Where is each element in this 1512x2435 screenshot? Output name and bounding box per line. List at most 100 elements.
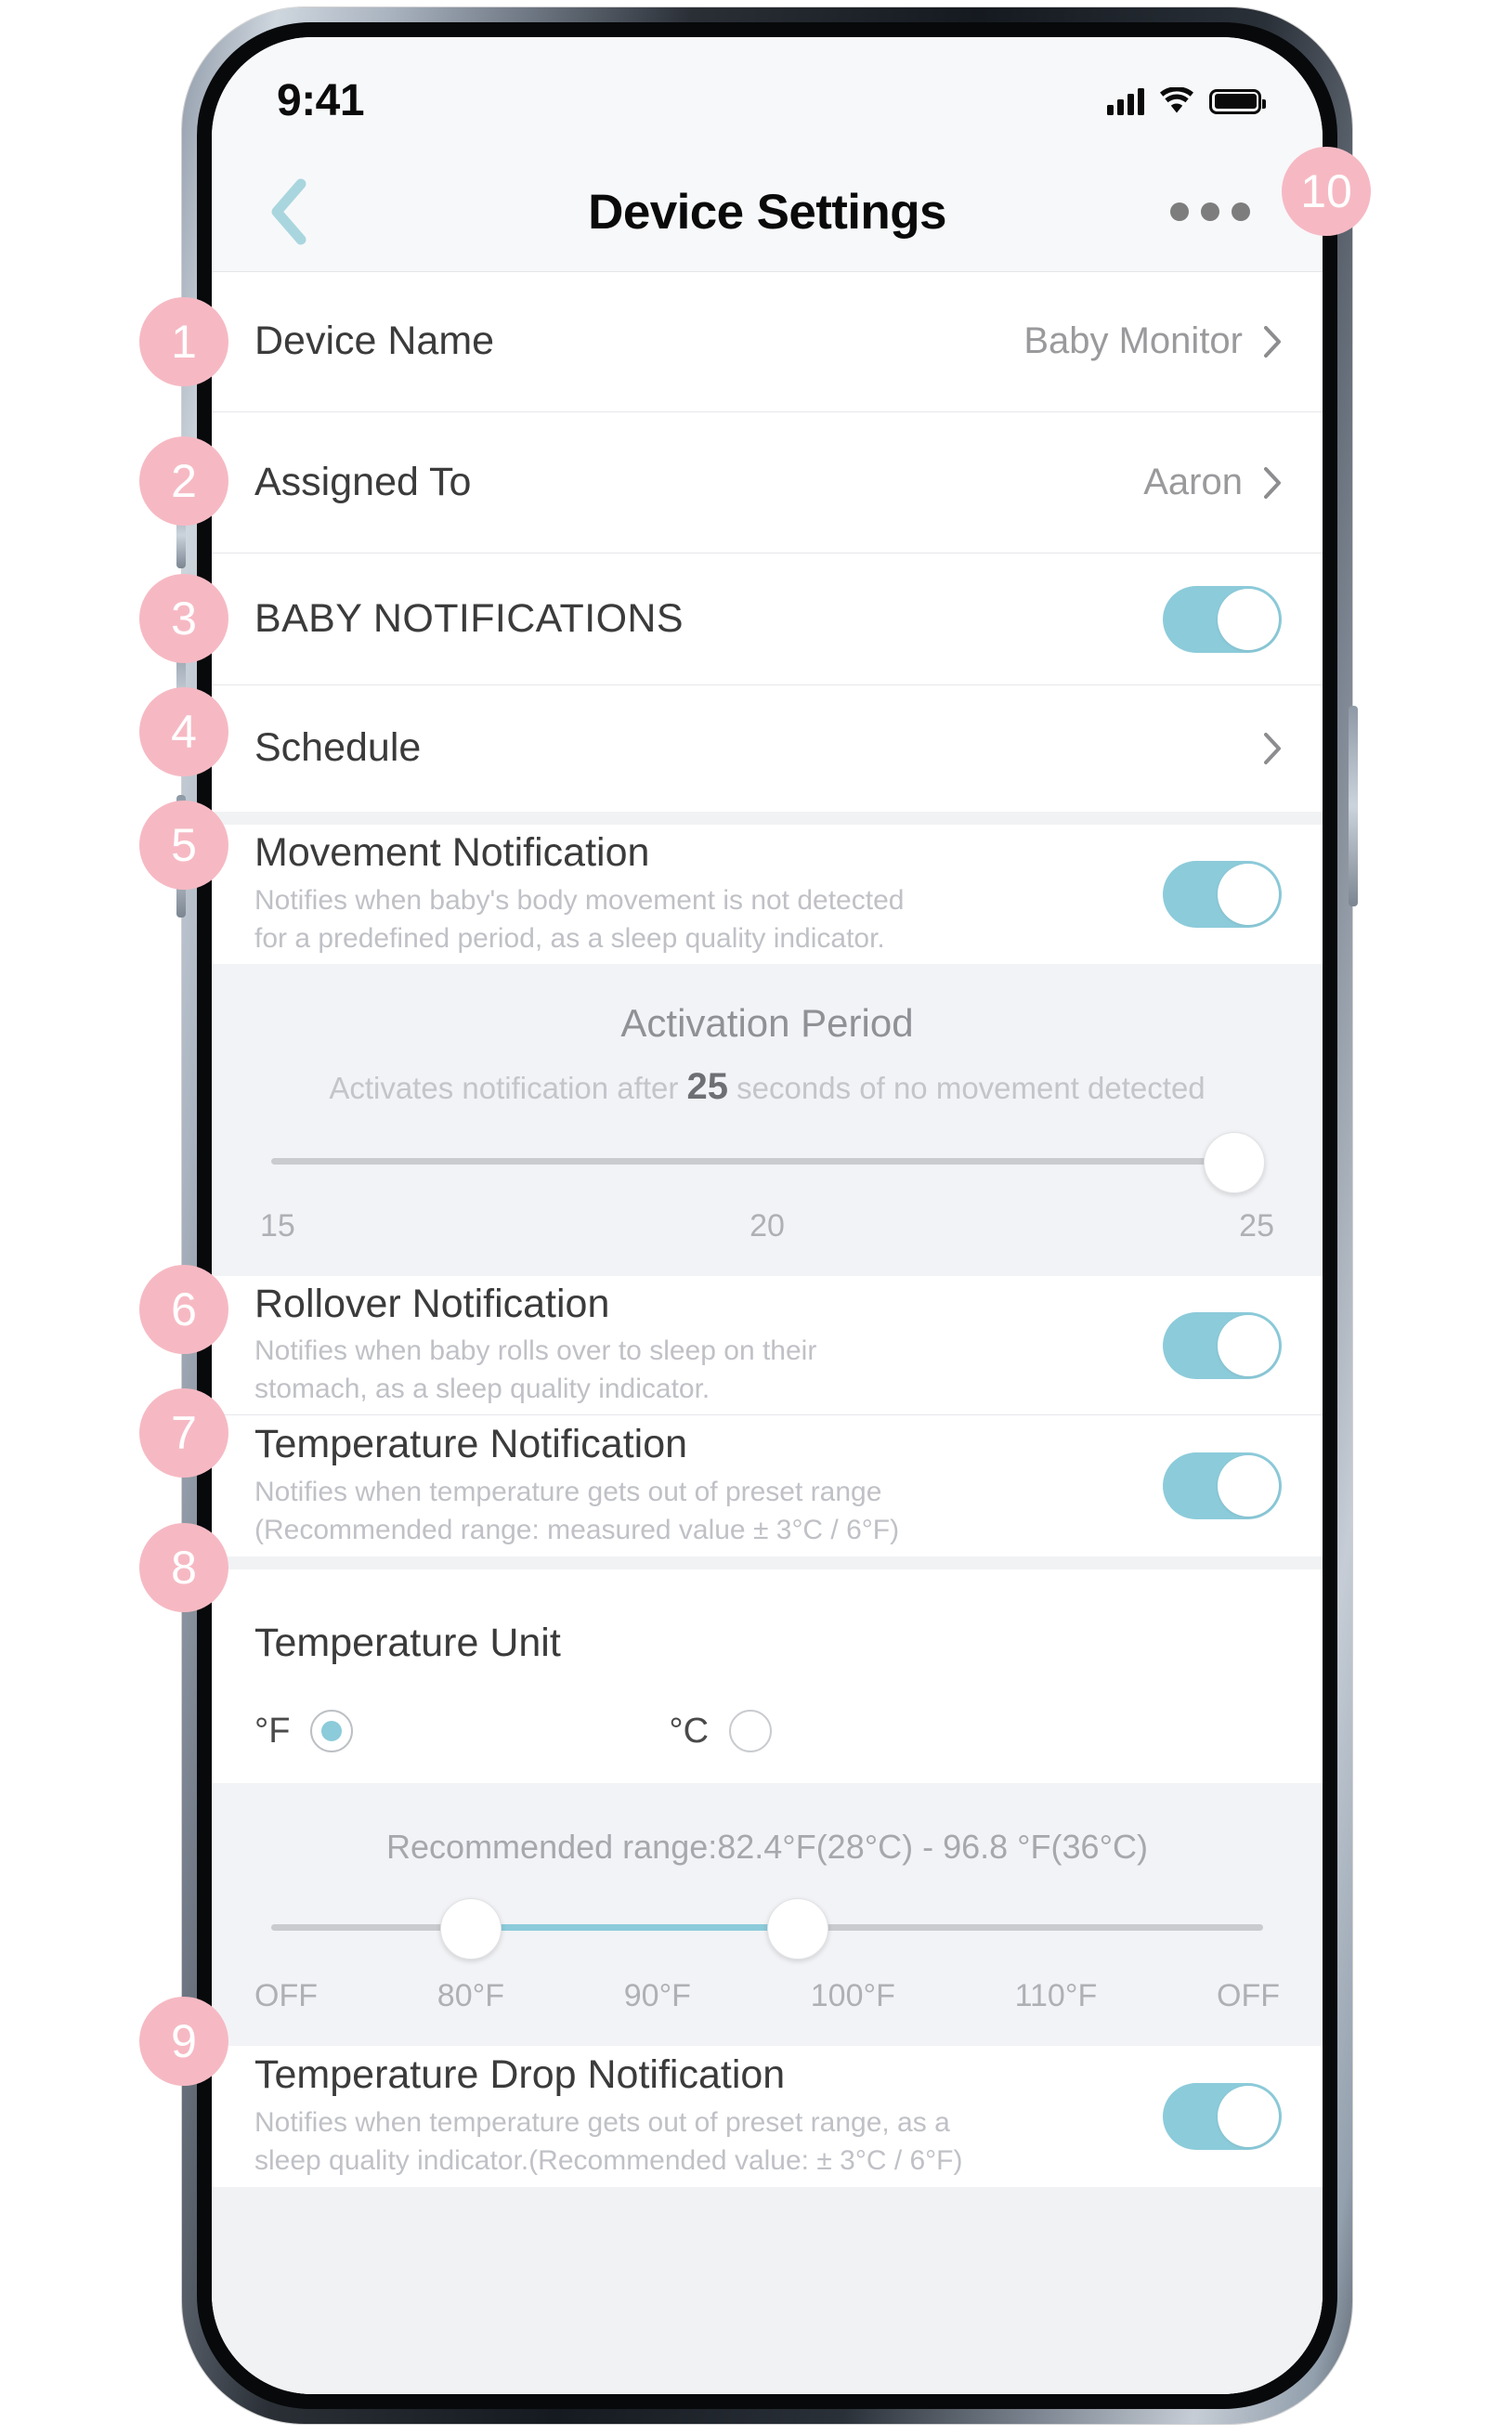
row-movement-notification[interactable]: Movement Notification Notifies when baby… bbox=[212, 825, 1323, 964]
temperature-unit-radio-group: °F °C bbox=[254, 1710, 773, 1752]
temperature-notification-toggle[interactable] bbox=[1163, 1452, 1282, 1519]
wifi-icon bbox=[1160, 87, 1193, 113]
tick-20: 20 bbox=[749, 1208, 785, 1244]
row-temperature-main: Temperature Notification Notifies when t… bbox=[254, 1422, 1163, 1549]
callout-badge-5: 5 bbox=[139, 801, 228, 890]
row-assigned-to-value: Aaron bbox=[1143, 462, 1243, 502]
row-temperature-unit-label: Temperature Unit bbox=[254, 1620, 561, 1665]
row-temperature-drop-label: Temperature Drop Notification bbox=[254, 2052, 786, 2098]
radio-c-icon[interactable] bbox=[729, 1710, 773, 1752]
row-assigned-to[interactable]: Assigned To Aaron bbox=[212, 412, 1323, 553]
section-gap bbox=[212, 1556, 1323, 1569]
row-temperature-unit-header: Temperature Unit bbox=[212, 1569, 1323, 1679]
page-title: Device Settings bbox=[588, 184, 946, 240]
chevron-left-icon bbox=[271, 178, 306, 245]
status-time: 9:41 bbox=[277, 75, 365, 125]
row-rollover-notification[interactable]: Rollover Notification Notifies when baby… bbox=[212, 1276, 1323, 1415]
row-temperature-drop-notification[interactable]: Temperature Drop Notification Notifies w… bbox=[212, 2046, 1323, 2187]
temperature-unit-options: °F °C bbox=[212, 1679, 1323, 1783]
callout-badge-7: 7 bbox=[139, 1388, 228, 1478]
temperature-range-slider[interactable] bbox=[271, 1883, 1263, 1969]
option-c-label: °C bbox=[669, 1711, 710, 1751]
tick-15: 15 bbox=[260, 1208, 295, 1244]
chevron-right-icon bbox=[1264, 466, 1281, 499]
row-device-name-label: Device Name bbox=[254, 318, 495, 363]
callout-badge-8: 8 bbox=[139, 1523, 228, 1612]
row-baby-notifications[interactable]: BABY NOTIFICATIONS bbox=[212, 553, 1323, 685]
status-bar: 9:41 bbox=[212, 37, 1323, 152]
chevron-right-icon bbox=[1264, 733, 1281, 764]
activation-desc-after: seconds of no movement detected bbox=[728, 1071, 1206, 1105]
rollover-notification-toggle[interactable] bbox=[1163, 1311, 1282, 1379]
row-device-name[interactable]: Device Name Baby Monitor bbox=[212, 271, 1323, 412]
activation-period-title: Activation Period bbox=[620, 1001, 914, 1045]
tick-off-high: OFF bbox=[1217, 1978, 1280, 2013]
radio-f-icon[interactable] bbox=[310, 1710, 354, 1752]
row-schedule-main: Schedule bbox=[254, 725, 1263, 771]
row-temperature-notification[interactable]: Temperature Notification Notifies when t… bbox=[212, 1415, 1323, 1556]
toggle-knob bbox=[1218, 864, 1279, 925]
slider-thumb-low[interactable] bbox=[439, 1898, 502, 1960]
movement-notification-toggle[interactable] bbox=[1163, 861, 1282, 928]
section-gap bbox=[212, 812, 1323, 825]
row-assigned-to-label: Assigned To bbox=[254, 459, 472, 504]
cellular-bars-icon bbox=[1107, 87, 1144, 115]
row-movement-description: Notifies when baby's body movement is no… bbox=[254, 884, 905, 954]
activation-period-panel: Activation Period Activates notification… bbox=[212, 964, 1323, 1276]
row-temperature-unit-main: Temperature Unit bbox=[254, 1621, 1282, 1666]
callout-badge-10: 10 bbox=[1282, 147, 1371, 236]
temperature-unit-option-c[interactable]: °C bbox=[669, 1710, 773, 1752]
tick-off-low: OFF bbox=[254, 1978, 318, 2013]
slider-thumb[interactable] bbox=[1204, 1132, 1265, 1193]
row-device-name-value: Baby Monitor bbox=[1023, 320, 1243, 361]
toggle-knob bbox=[1218, 588, 1279, 650]
callout-badge-1: 1 bbox=[139, 297, 228, 386]
navigation-bar: Device Settings bbox=[212, 152, 1323, 272]
slider-thumb-high[interactable] bbox=[767, 1898, 829, 1960]
callout-badge-3: 3 bbox=[139, 574, 228, 663]
activation-desc-before: Activates notification after bbox=[329, 1071, 687, 1105]
toggle-knob bbox=[1218, 1314, 1279, 1376]
row-movement-label: Movement Notification bbox=[254, 830, 650, 876]
row-baby-notifications-main: BABY NOTIFICATIONS bbox=[254, 596, 1163, 642]
row-assigned-to-main: Assigned To bbox=[254, 460, 1143, 505]
row-temperature-description: Notifies when temperature gets out of pr… bbox=[254, 1476, 900, 1545]
toggle-knob bbox=[1218, 2086, 1279, 2147]
row-temperature-drop-description: Notifies when temperature gets out of pr… bbox=[254, 2106, 963, 2176]
callout-badge-2: 2 bbox=[139, 436, 228, 526]
row-schedule[interactable]: Schedule bbox=[212, 685, 1323, 812]
temperature-range-ticks: OFF 80°F 90°F 100°F 110°F OFF bbox=[254, 1978, 1280, 2014]
phone-screen: 9:41 Device Settings Device Name Baby Mo… bbox=[212, 37, 1323, 2394]
temperature-unit-option-f[interactable]: °F bbox=[254, 1710, 354, 1752]
row-rollover-main: Rollover Notification Notifies when baby… bbox=[254, 1282, 1163, 1409]
temperature-recommended-range: Recommended range:82.4°F(28°C) - 96.8 °F… bbox=[386, 1828, 1148, 1866]
power-button[interactable] bbox=[1349, 706, 1358, 906]
slider-track bbox=[271, 1158, 1263, 1165]
tick-25: 25 bbox=[1239, 1208, 1274, 1244]
activation-period-slider[interactable] bbox=[271, 1117, 1265, 1203]
more-horizontal-icon[interactable] bbox=[1170, 202, 1250, 221]
status-icons bbox=[1107, 87, 1266, 115]
battery-full-icon bbox=[1209, 88, 1266, 114]
row-schedule-label: Schedule bbox=[254, 725, 422, 771]
tick-90f: 90°F bbox=[623, 1978, 691, 2013]
temperature-drop-notification-toggle[interactable] bbox=[1163, 2083, 1282, 2150]
temperature-range-panel: Recommended range:82.4°F(28°C) - 96.8 °F… bbox=[212, 1783, 1323, 2046]
row-rollover-description: Notifies when baby rolls over to sleep o… bbox=[254, 1335, 817, 1405]
back-button[interactable] bbox=[256, 178, 321, 245]
settings-list: Device Name Baby Monitor Assigned To Aar… bbox=[212, 271, 1323, 2394]
radio-dot bbox=[321, 1721, 343, 1741]
list-bottom-spacer bbox=[212, 2187, 1323, 2394]
tick-100f: 100°F bbox=[810, 1978, 895, 2013]
row-temperature-label: Temperature Notification bbox=[254, 1422, 688, 1467]
chevron-right-icon bbox=[1264, 325, 1281, 358]
slider-track-active bbox=[469, 1924, 798, 1931]
callout-badge-4: 4 bbox=[139, 687, 228, 776]
activation-value: 25 bbox=[686, 1066, 729, 1107]
toggle-knob bbox=[1218, 1455, 1279, 1517]
activation-period-description: Activates notification after 25 seconds … bbox=[254, 1066, 1280, 1108]
baby-notifications-toggle[interactable] bbox=[1163, 585, 1282, 653]
activation-period-ticks: 15 20 25 bbox=[260, 1208, 1274, 1244]
callout-badge-9: 9 bbox=[139, 1997, 228, 2086]
option-f-label: °F bbox=[254, 1711, 291, 1751]
